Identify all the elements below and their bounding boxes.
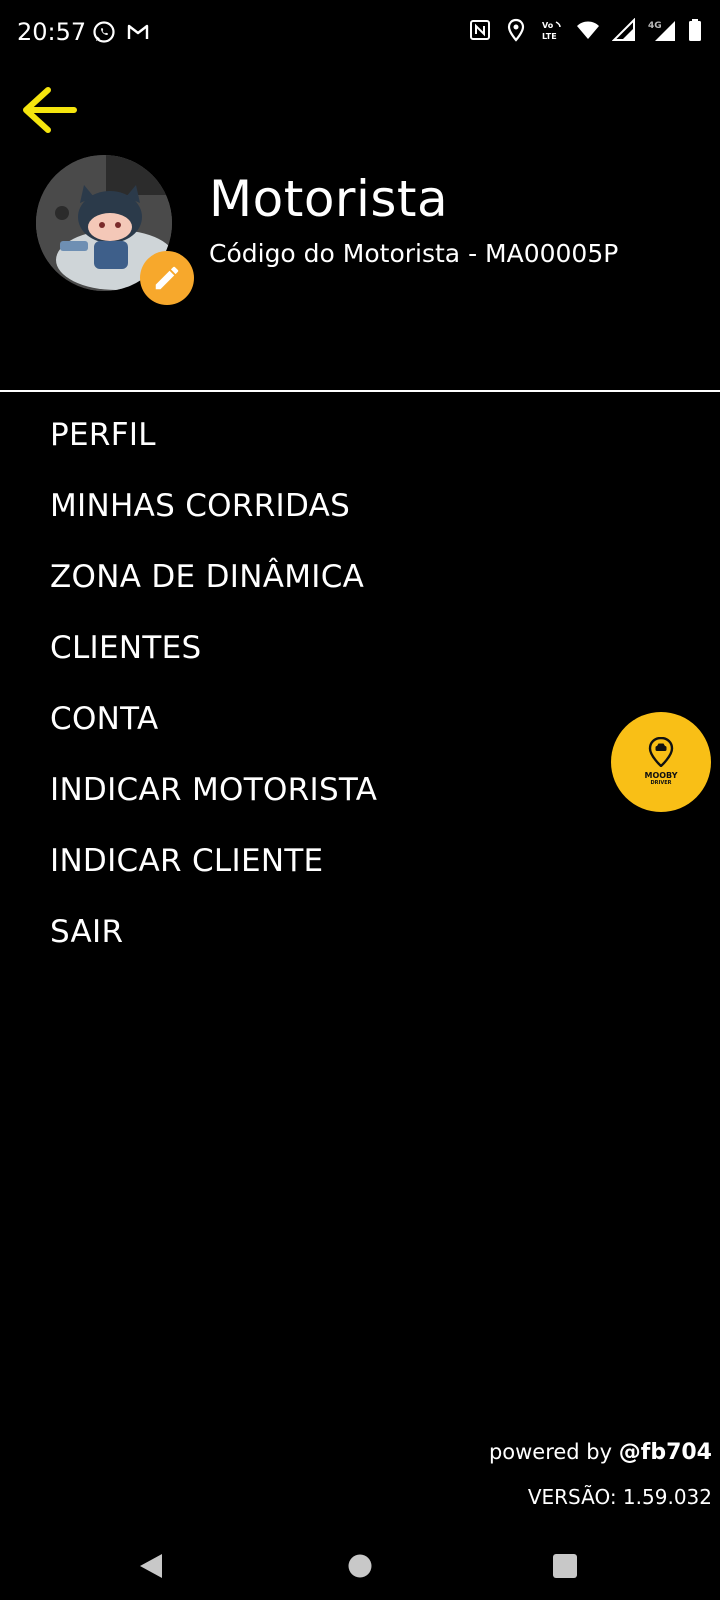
fab-subtitle: DRIVER xyxy=(650,780,672,786)
profile-avatar-area xyxy=(36,155,196,305)
menu-item-clientes[interactable]: CLIENTES xyxy=(50,625,377,696)
arrow-left-icon xyxy=(23,87,77,133)
app-version: VERSÃO: 1.59.032 xyxy=(527,1485,712,1509)
svg-text:LTE: LTE xyxy=(542,32,557,41)
menu-item-indicar-cliente[interactable]: INDICAR CLIENTE xyxy=(50,838,377,909)
volte-icon: Vo LTE xyxy=(542,21,561,41)
svg-text:Vo: Vo xyxy=(542,21,554,30)
nfc-icon xyxy=(470,20,490,40)
fab-title: MOOBY xyxy=(644,771,678,780)
battery-icon xyxy=(689,19,701,41)
recents-square-icon xyxy=(553,1554,577,1578)
mooby-driver-floating-button[interactable]: MOOBY DRIVER xyxy=(611,712,711,812)
edit-photo-button[interactable] xyxy=(140,251,194,305)
profile-name: Motorista xyxy=(209,170,449,228)
menu-item-indicar-motorista[interactable]: INDICAR MOTORISTA xyxy=(50,767,377,838)
wifi-icon xyxy=(577,21,599,39)
powered-handle: @fb704 xyxy=(618,1440,712,1465)
status-bar: 20:57 Vo LTE 4G xyxy=(0,0,720,66)
map-pin-car-icon xyxy=(648,737,674,767)
nav-home-button[interactable] xyxy=(340,1546,380,1586)
system-nav-bar xyxy=(0,1532,720,1600)
drawer-menu: PERFIL MINHAS CORRIDAS ZONA DE DINÂMICA … xyxy=(50,412,377,980)
4g-signal-icon: 4G xyxy=(648,21,675,41)
back-triangle-icon xyxy=(140,1554,162,1578)
pencil-icon xyxy=(155,266,179,290)
gmail-icon xyxy=(127,24,149,39)
menu-item-conta[interactable]: CONTA xyxy=(50,696,377,767)
svg-text:4G: 4G xyxy=(648,21,662,31)
back-button[interactable] xyxy=(18,82,82,142)
status-time: 20:57 xyxy=(17,18,87,46)
location-icon xyxy=(507,18,525,42)
menu-item-perfil[interactable]: PERFIL xyxy=(50,412,377,483)
menu-item-minhas-corridas[interactable]: MINHAS CORRIDAS xyxy=(50,483,377,554)
whatsapp-icon xyxy=(93,21,115,43)
menu-item-zona-de-dinamica[interactable]: ZONA DE DINÂMICA xyxy=(50,554,377,625)
home-circle-icon xyxy=(348,1554,372,1578)
nav-recents-button[interactable] xyxy=(545,1546,585,1586)
divider xyxy=(0,390,720,392)
signal-icon xyxy=(612,18,635,41)
powered-by-text: powered by @fb704 xyxy=(489,1440,712,1465)
menu-item-sair[interactable]: SAIR xyxy=(50,909,377,980)
powered-prefix: powered by xyxy=(488,1440,619,1464)
driver-code: Código do Motorista - MA00005P xyxy=(209,239,619,268)
nav-back-button[interactable] xyxy=(132,1546,172,1586)
